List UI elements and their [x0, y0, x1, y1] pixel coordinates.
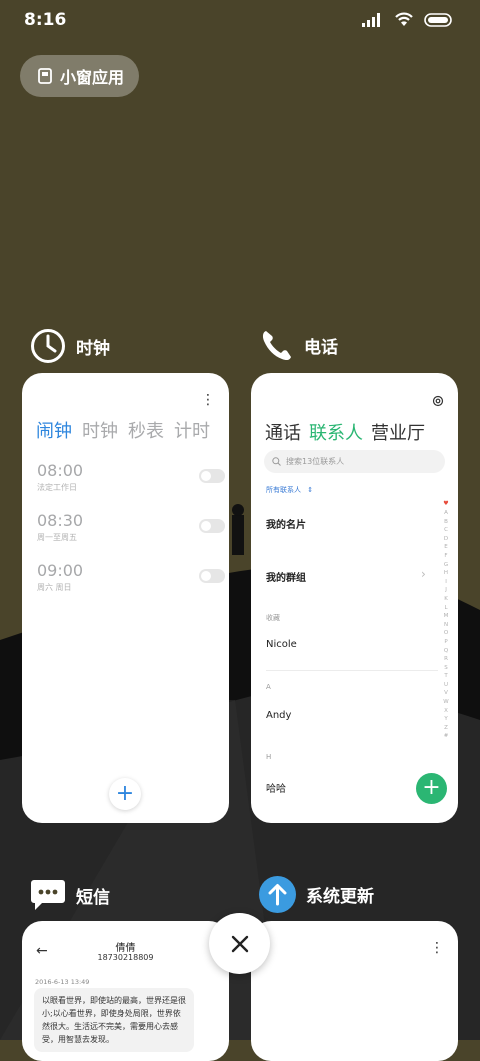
alarm-time: 09:00	[37, 561, 84, 580]
sms-icon	[31, 880, 65, 910]
clock-app-card[interactable]: ⋮ 闹钟 时钟 秒表 计时 08:00 法定工作日 08:30 周一至周五 09…	[22, 373, 229, 823]
alarm-toggle[interactable]	[199, 469, 225, 483]
conversation-contact-name: 倩倩	[115, 943, 136, 954]
contact-row[interactable]: 哈哈	[266, 780, 286, 795]
signal-icon	[362, 12, 380, 27]
more-options-icon[interactable]: ⋮	[201, 393, 215, 407]
search-placeholder: 搜索13位联系人	[286, 457, 345, 466]
tab-service-hall[interactable]: 营业厅	[371, 419, 425, 445]
sms-app-header[interactable]: 短信	[30, 878, 110, 912]
contact-row[interactable]: Nicole	[266, 639, 297, 650]
sms-app-name: 短信	[76, 887, 110, 908]
chevron-updown-icon: ⇕	[307, 486, 314, 494]
tab-stopwatch[interactable]: 秒表	[128, 417, 164, 443]
conversation-contact-number: 18730218809	[97, 953, 154, 962]
update-app-name: 系统更新	[306, 887, 374, 907]
contact-filter-label: 所有联系人	[266, 486, 301, 494]
add-contact-button[interactable]: +	[416, 773, 447, 804]
contact-row[interactable]: Andy	[266, 710, 291, 721]
mini-window-label: 小窗应用	[60, 68, 125, 87]
clock-tabs: 闹钟 时钟 秒表 计时	[36, 417, 210, 443]
close-all-button[interactable]	[209, 913, 270, 974]
update-icon	[259, 876, 296, 913]
alphabet-index[interactable]: A B C D E F G H I J K L M N O P Q R S T …	[442, 509, 450, 741]
section-label: H	[266, 753, 272, 761]
alarm-item[interactable]: 09:00 周六 周日	[37, 561, 225, 593]
more-options-icon[interactable]: ⋮	[430, 941, 444, 955]
chevron-right-icon: ›	[421, 567, 426, 581]
alarm-toggle[interactable]	[199, 519, 225, 533]
contact-search-input[interactable]: 搜索13位联系人	[264, 450, 445, 473]
update-app-card[interactable]: ⋮	[251, 921, 458, 1061]
message-bubble[interactable]: 以眼看世界，即使站的最高，世界还是很小;以心看世界，即使身处局限，世界依然很大。…	[34, 988, 194, 1052]
alarm-repeat: 周一至周五	[37, 533, 77, 542]
mini-window-icon	[38, 68, 52, 84]
my-card-row[interactable]: 我的名片	[266, 516, 306, 531]
search-icon	[272, 457, 281, 466]
tab-calls[interactable]: 通话	[265, 419, 301, 445]
tab-timer[interactable]: 计时	[174, 417, 210, 443]
clock-icon	[31, 329, 65, 363]
update-app-header[interactable]: 系统更新	[259, 876, 374, 913]
phone-tabs: 通话 联系人 营业厅	[265, 419, 425, 445]
alarm-time: 08:30	[37, 511, 84, 530]
phone-app-name: 电话	[304, 337, 338, 358]
tab-contacts[interactable]: 联系人	[309, 419, 363, 445]
mini-window-button[interactable]: 小窗应用	[20, 55, 139, 97]
alarm-time: 08:00	[37, 461, 84, 480]
phone-app-header[interactable]: 电话	[260, 328, 338, 362]
status-time: 8:16	[24, 10, 67, 30]
tab-clock[interactable]: 时钟	[82, 417, 118, 443]
clock-app-header[interactable]: 时钟	[30, 328, 110, 364]
alarm-item[interactable]: 08:30 周一至周五	[37, 511, 225, 543]
add-alarm-button[interactable]: +	[109, 778, 141, 810]
my-groups-row[interactable]: 我的群组	[266, 569, 306, 584]
status-icons	[362, 12, 454, 27]
tab-alarm[interactable]: 闹钟	[36, 417, 72, 443]
phone-app-card[interactable]: 通话 联系人 营业厅 搜索13位联系人 所有联系人 ⇕ 我的名片 我的群组 › …	[251, 373, 458, 823]
alarm-repeat: 周六 周日	[37, 583, 72, 592]
section-label: A	[266, 683, 271, 691]
favorites-heart-icon[interactable]: ♥	[442, 500, 450, 507]
phone-icon	[262, 331, 291, 361]
settings-icon[interactable]	[432, 395, 444, 407]
alarm-toggle[interactable]	[199, 569, 225, 583]
sms-app-card[interactable]: ← 倩倩 18730218809 2016-6-13 13:49 以眼看世界，即…	[22, 921, 229, 1061]
clock-app-name: 时钟	[76, 338, 110, 359]
message-timestamp: 2016-6-13 13:49	[35, 978, 90, 986]
wifi-icon	[395, 12, 413, 26]
alarm-repeat: 法定工作日	[37, 483, 77, 492]
close-icon	[231, 935, 248, 952]
alarm-item[interactable]: 08:00 法定工作日	[37, 461, 225, 493]
divider	[266, 670, 438, 671]
status-bar: 8:16	[0, 0, 480, 44]
contact-filter[interactable]: 所有联系人 ⇕	[266, 485, 313, 495]
section-label-favorites: 收藏	[266, 614, 280, 622]
battery-icon	[424, 12, 452, 27]
